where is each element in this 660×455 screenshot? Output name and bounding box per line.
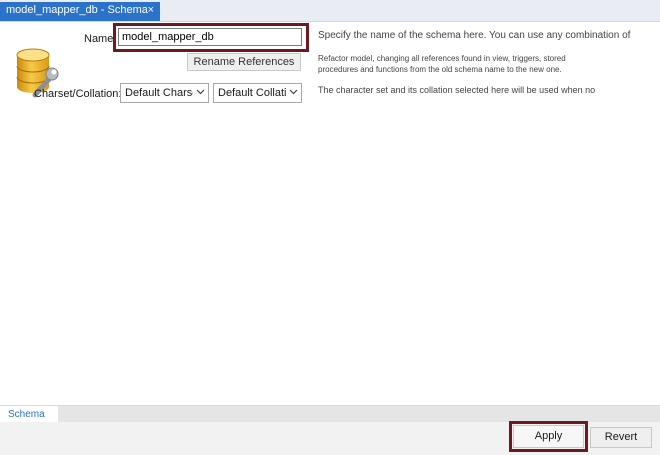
apply-button[interactable]: Apply (513, 425, 584, 448)
chevron-down-icon (196, 89, 205, 95)
tab-title: model_mapper_db - Schema (6, 4, 148, 16)
schema-editor-panel: Name: Rename References Charset/Collatio… (0, 22, 660, 405)
close-icon[interactable]: × (148, 4, 154, 16)
schema-name-input[interactable] (118, 28, 302, 46)
collation-select[interactable]: Default Collation (213, 83, 302, 103)
revert-button[interactable]: Revert (590, 427, 652, 448)
rename-references-button[interactable]: Rename References (187, 53, 301, 71)
charset-select[interactable]: Default Charset (120, 83, 209, 103)
rename-description-line: procedures and functions from the old sc… (318, 65, 562, 74)
tab-schema[interactable]: Schema (0, 406, 58, 423)
editor-tabstrip: model_mapper_db - Schema × (0, 0, 660, 22)
name-description: Specify the name of the schema here. You… (318, 30, 631, 41)
charset-value: Default Charset (125, 87, 193, 99)
tab-schema-editor[interactable]: model_mapper_db - Schema × (0, 2, 160, 21)
name-label: Name: (84, 33, 117, 45)
collation-value: Default Collation (218, 87, 286, 99)
charset-collation-label: Charset/Collation: (34, 88, 122, 100)
rename-description-line: Refactor model, changing all references … (318, 54, 566, 63)
charset-description: The character set and its collation sele… (318, 85, 596, 95)
chevron-down-icon (289, 89, 298, 95)
rename-description: Refactor model, changing all references … (318, 53, 566, 75)
bottom-tabbar: Schema (0, 405, 660, 423)
